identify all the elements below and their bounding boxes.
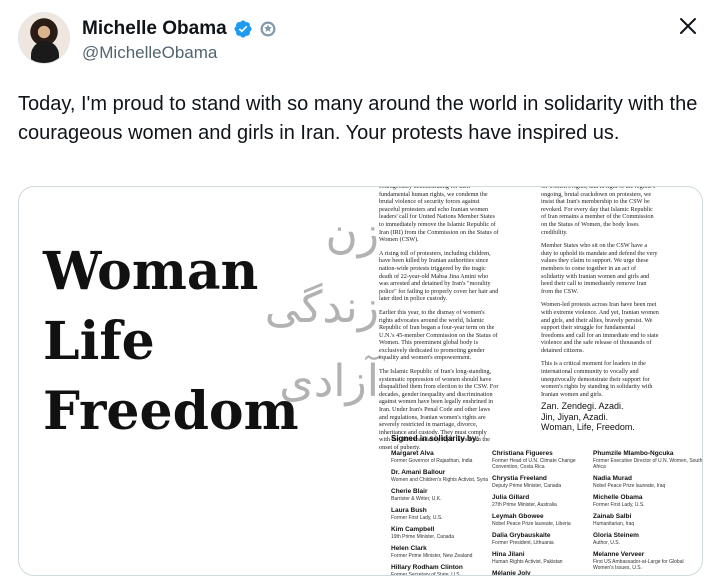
government-seal-icon[interactable] bbox=[259, 20, 277, 38]
signatory-column-3: Phumzile Mlambo-Ngcuka Former Executive D… bbox=[593, 450, 703, 575]
signatory-name: Nadia Murad bbox=[593, 475, 633, 482]
signatory-title: Human Rights Activist, Pakistan bbox=[492, 559, 563, 565]
signatory-title: Former First Lady, U.S. bbox=[391, 515, 443, 521]
signatory-title: 19th Prime Minister, Canada bbox=[391, 534, 455, 540]
signatory-name: Hillary Rodham Clinton bbox=[391, 564, 463, 571]
signatory-name: Zainab Salbi bbox=[593, 513, 632, 520]
signatory: Hina Jilani Human Rights Activist, Pakist… bbox=[492, 551, 602, 565]
signatory-title: Former First Lady, U.S. bbox=[593, 502, 645, 508]
signed-heading: Signed in solidarity by: bbox=[391, 434, 480, 443]
signatory-title: Former Head of U.N. Climate Change Conve… bbox=[492, 458, 576, 470]
signatory-title: First US Ambassador-at-Large for Global … bbox=[593, 559, 684, 571]
avatar[interactable] bbox=[18, 12, 70, 64]
signatory-title: Nobel Peace Prize laureate, Iraq bbox=[593, 483, 666, 489]
tweet-text: Today, I'm proud to stand with so many a… bbox=[18, 93, 698, 144]
close-icon[interactable] bbox=[679, 17, 697, 35]
paragraph: Member States who sit on the CSW have a … bbox=[541, 242, 658, 295]
letter-column-1: courageously demonstrating for their fun… bbox=[379, 186, 499, 458]
paragraph: Earlier this year, to the dismay of wome… bbox=[379, 308, 498, 362]
signatory: Gloria Steinem Author, U.S. bbox=[593, 532, 702, 546]
signatory: Dalia Grybauskaite Former President, Lith… bbox=[492, 532, 602, 546]
signatory-title: Women and Children's Rights Activist, Sy… bbox=[391, 477, 489, 483]
close-button[interactable] bbox=[674, 12, 702, 40]
paragraph: on women's rights, and in light of the r… bbox=[541, 186, 656, 236]
closing-line-1: Zan. Zendegi. Azadi. bbox=[541, 401, 624, 411]
signatory-title: Former Prime Minister, New Zealand bbox=[391, 553, 473, 559]
signatory: Hillary Rodham Clinton Former Secretary o… bbox=[391, 564, 501, 576]
signatory-column-1: Margaret Alva Former Governor of Rajastha… bbox=[391, 450, 501, 576]
signatory-title: Former Governor of Rajasthan, India bbox=[391, 458, 473, 464]
tweet-image[interactable]: زن زندگی آزادی Woman Life Freedom courag… bbox=[18, 186, 703, 576]
signatory: Michelle Obama Former First Lady, U.S. bbox=[593, 494, 702, 508]
signatory-name: Dr. Amani Ballour bbox=[391, 469, 446, 476]
signatory-title: Former Executive Director of U.N. Women,… bbox=[593, 458, 703, 470]
signatory-name: Chrystia Freeland bbox=[492, 475, 547, 482]
display-name[interactable]: Michelle Obama bbox=[82, 18, 227, 40]
paragraph: This is a critical moment for leaders in… bbox=[541, 360, 653, 398]
signatory: Margaret Alva Former Governor of Rajastha… bbox=[391, 450, 501, 464]
signatory-title: Former Secretary of State, U.S. bbox=[391, 572, 462, 576]
handle[interactable]: @MichelleObama bbox=[82, 43, 217, 63]
signatory: Laura Bush Former First Lady, U.S. bbox=[391, 507, 501, 521]
signatory-name: Helen Clark bbox=[391, 545, 427, 552]
signatory: Helen Clark Former Prime Minister, New Ze… bbox=[391, 545, 501, 559]
signatory: Cherie Blair Barrister & Writer, U.K. bbox=[391, 488, 501, 502]
name-row: Michelle Obama bbox=[82, 18, 277, 40]
signatory: Phumzile Mlambo-Ngcuka Former Executive D… bbox=[593, 450, 703, 470]
title-line-1: Woman bbox=[43, 241, 259, 302]
tweet-header: Michelle Obama @MichelleObama bbox=[18, 12, 708, 68]
signatory-name: Dalia Grybauskaite bbox=[492, 532, 551, 539]
signatory: Julia Gillard 27th Prime Minister, Austra… bbox=[492, 494, 602, 508]
slogan-title: Woman Life Freedom bbox=[43, 237, 299, 447]
signatory-name: Kim Campbell bbox=[391, 526, 435, 533]
paragraph: courageously demonstrating for their fun… bbox=[379, 186, 499, 244]
signatory: Kim Campbell 19th Prime Minister, Canada bbox=[391, 526, 501, 540]
closing-slogan: Zan. Zendegi. Azadi. Jin, Jiyan, Azadi. … bbox=[541, 401, 691, 433]
signatory: Melanne Verveer First US Ambassador-at-La… bbox=[593, 551, 702, 571]
title-line-2: Life bbox=[43, 311, 155, 372]
signatory-title: Humanitarian, Iraq bbox=[593, 521, 635, 527]
verified-badge-icon[interactable] bbox=[233, 19, 253, 39]
signatory-name: Hina Jilani bbox=[492, 551, 525, 558]
title-line-3: Freedom bbox=[43, 381, 299, 442]
signatory: Zainab Salbi Humanitarian, Iraq bbox=[593, 513, 702, 527]
signatory: Dr. Amani Ballour Women and Children's Ri… bbox=[391, 469, 501, 483]
signatory: Mélanie JolyMinister of Foreign Affairs,… bbox=[492, 570, 602, 576]
signatory-name: Phumzile Mlambo-Ngcuka bbox=[593, 450, 674, 457]
signatory-name: Michelle Obama bbox=[593, 494, 643, 501]
paragraph: Women-led protests across Iran have been… bbox=[541, 301, 659, 354]
signatory-title: 27th Prime Minister, Australia bbox=[492, 502, 557, 508]
signatory-name: Margaret Alva bbox=[391, 450, 434, 457]
signatory-name: Mélanie Joly bbox=[492, 570, 531, 576]
signatory-name: Gloria Steinem bbox=[593, 532, 639, 539]
signatory: Christiana Figueres Former Head of U.N. C… bbox=[492, 450, 602, 470]
signatory-name: Leymah Gbowee bbox=[492, 513, 544, 520]
signatory-name: Julia Gillard bbox=[492, 494, 530, 501]
signatory: Nadia Murad Nobel Peace Prize laureate, I… bbox=[593, 475, 702, 489]
signatory: Leymah Gbowee Nobel Peace Prize laureate,… bbox=[492, 513, 602, 527]
signatory-title: Author, U.S. bbox=[593, 540, 620, 546]
letter-column-2: on women's rights, and in light of the r… bbox=[541, 186, 659, 404]
signatory-name: Cherie Blair bbox=[391, 488, 428, 495]
signatory-title: Barrister & Writer, U.K. bbox=[391, 496, 442, 502]
signatory-title: Deputy Prime Minister, Canada bbox=[492, 483, 562, 489]
signatory-name: Melanne Verveer bbox=[593, 551, 645, 558]
signatory-title: Former President, Lithuania bbox=[492, 540, 554, 546]
closing-line-3: Woman, Life, Freedom. bbox=[541, 422, 635, 432]
signatory: Chrystia Freeland Deputy Prime Minister, … bbox=[492, 475, 602, 489]
closing-line-2: Jin, Jiyan, Azadi. bbox=[541, 411, 609, 422]
signatory-column-2: Christiana Figueres Former Head of U.N. C… bbox=[492, 450, 602, 576]
signatory-name: Laura Bush bbox=[391, 507, 427, 514]
paragraph: A rising toll of protesters, including c… bbox=[379, 249, 499, 303]
signatory-name: Christiana Figueres bbox=[492, 450, 553, 457]
signatory-title: Nobel Peace Prize laureate, Liberia bbox=[492, 521, 571, 527]
